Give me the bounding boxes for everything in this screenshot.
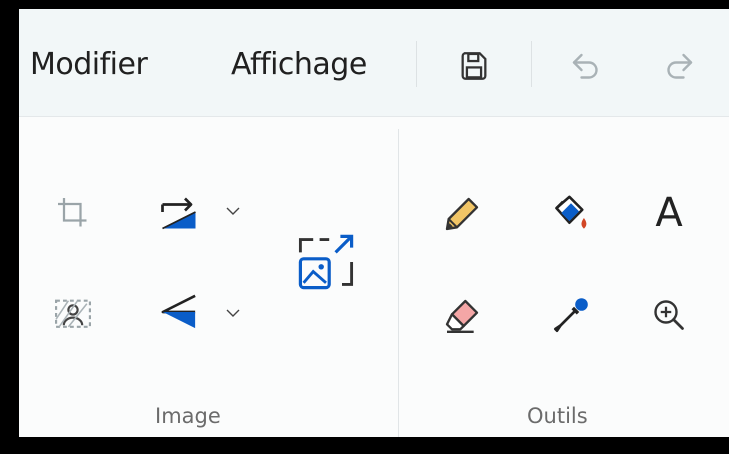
text-button[interactable]: A <box>644 187 694 239</box>
fill-button[interactable] <box>547 189 595 237</box>
crop-button[interactable] <box>51 191 95 235</box>
menu-modifier[interactable]: Modifier <box>30 47 148 82</box>
select-icon <box>55 299 91 328</box>
redo-icon <box>667 53 693 79</box>
menu-affichage[interactable]: Affichage <box>231 47 367 82</box>
magnifier-button[interactable] <box>647 293 691 337</box>
flip-button[interactable] <box>154 289 204 335</box>
save-button[interactable] <box>457 49 497 89</box>
resize-button[interactable] <box>291 227 361 297</box>
group-label-image: Image <box>155 404 221 428</box>
fill-bucket-icon <box>555 195 587 229</box>
rotate-icon <box>161 197 196 230</box>
pencil-button[interactable] <box>439 191 485 237</box>
ribbon <box>19 117 729 437</box>
eraser-button[interactable] <box>439 293 485 339</box>
select-button[interactable] <box>49 291 97 335</box>
rotate-dropdown[interactable] <box>221 199 245 223</box>
flip-icon <box>161 294 196 329</box>
save-icon <box>461 52 487 80</box>
rotate-button[interactable] <box>154 189 204 235</box>
crop-icon <box>58 198 87 227</box>
chevron-down-icon <box>226 309 240 317</box>
undo-button[interactable] <box>568 49 608 89</box>
separator <box>531 41 532 87</box>
pencil-icon <box>445 197 479 231</box>
color-picker-button[interactable] <box>547 291 595 339</box>
paint-window: Modifier Affichage Image A Outils <box>0 0 729 454</box>
color-picker-icon <box>553 298 588 333</box>
magnifier-icon <box>654 300 684 330</box>
group-separator <box>398 129 399 437</box>
undo-icon <box>572 53 598 79</box>
resize-icon <box>298 234 354 290</box>
text-icon: A <box>655 190 683 236</box>
separator <box>416 41 417 87</box>
flip-dropdown[interactable] <box>221 301 245 325</box>
redo-button[interactable] <box>661 49 701 89</box>
group-label-outils: Outils <box>527 404 588 428</box>
menu-bar: Modifier Affichage <box>19 9 729 117</box>
chevron-down-icon <box>226 207 240 215</box>
eraser-icon <box>445 299 479 333</box>
